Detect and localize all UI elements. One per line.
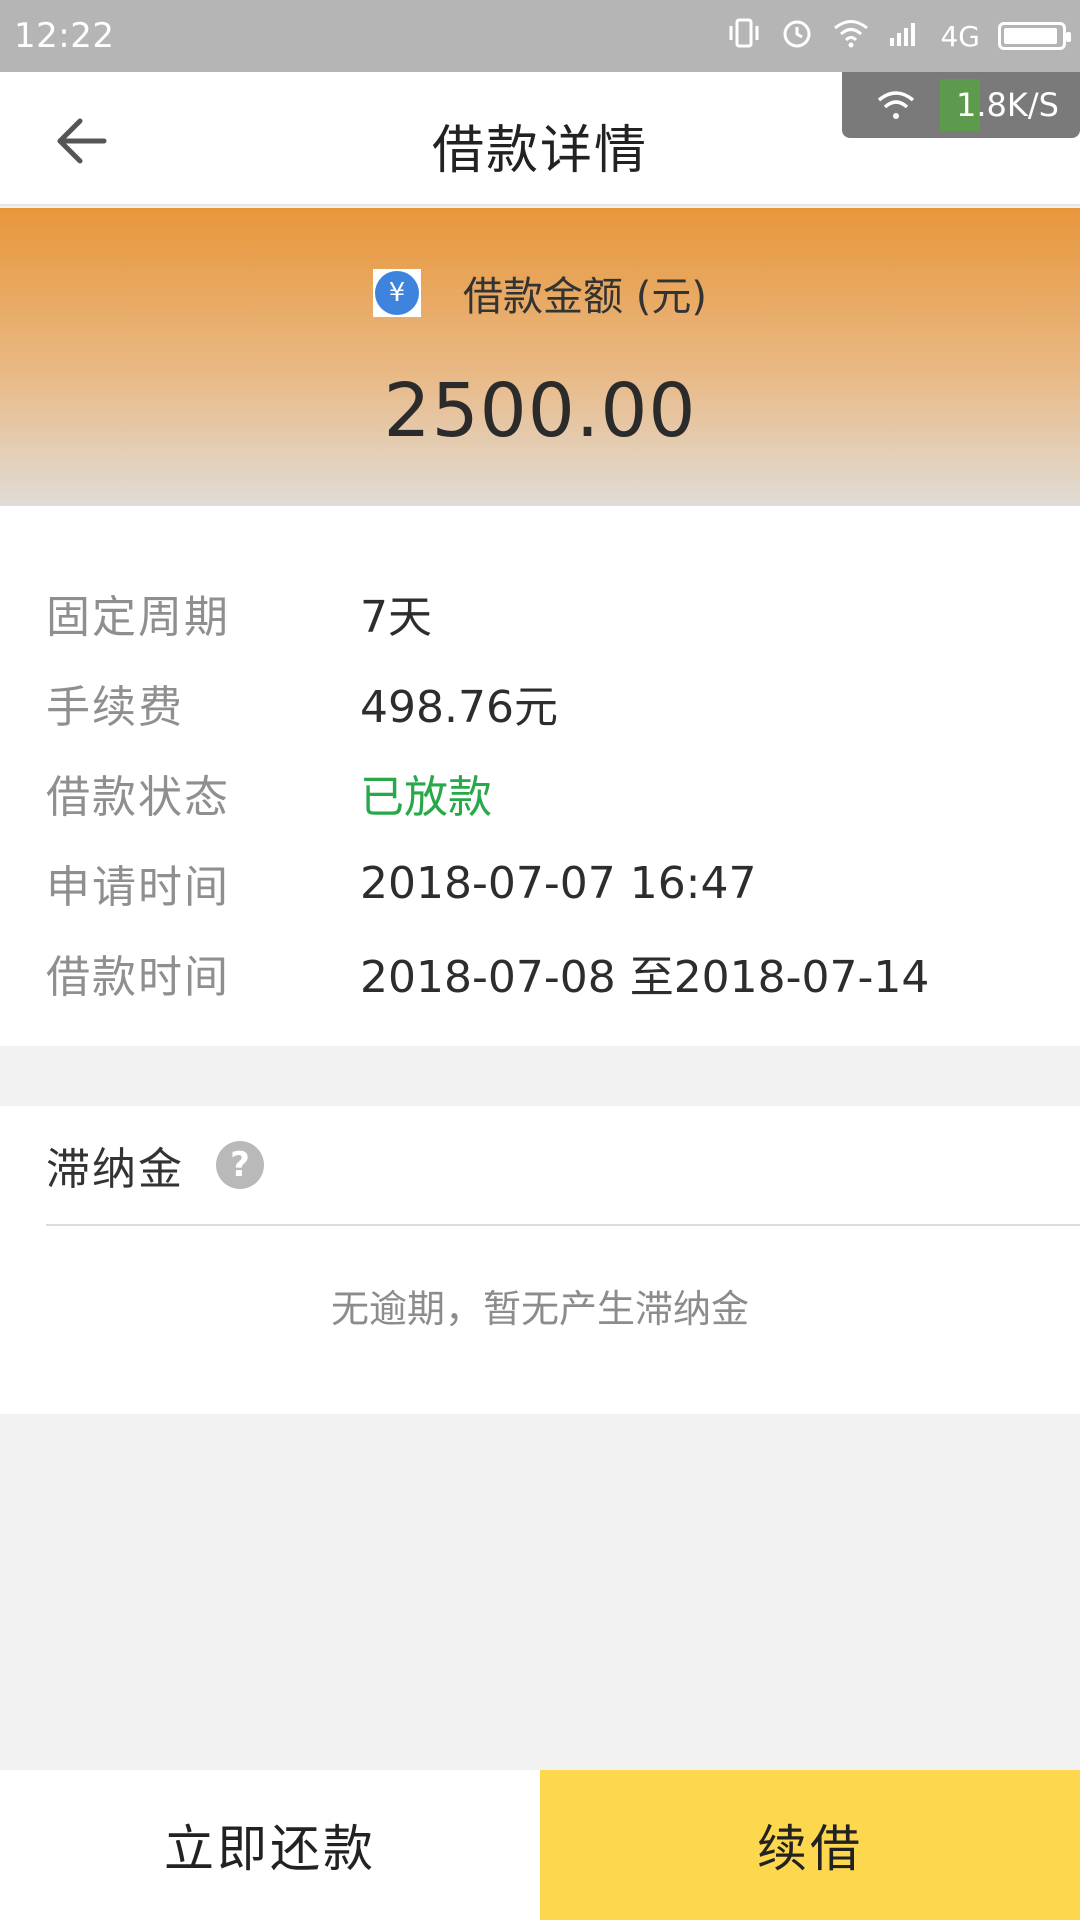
detail-label: 手续费 (46, 682, 184, 733)
renew-loan-button[interactable]: 续借 (540, 1770, 1080, 1920)
amount-value: 2500.00 (383, 368, 697, 454)
detail-row-period: 固定周期 7天 (0, 568, 1080, 658)
late-fee-card: 滞纳金 ? 无逾期，暂无产生滞纳金 (0, 1106, 1080, 1414)
yen-symbol: ¥ (375, 271, 420, 315)
late-fee-empty-message: 无逾期，暂无产生滞纳金 (330, 1287, 749, 1331)
status-time: 12:22 (14, 16, 115, 56)
status-bar: 12:22 4G (0, 0, 1080, 72)
repay-now-button[interactable]: 立即还款 (0, 1770, 540, 1920)
speed-text: 1.8K/S (956, 86, 1059, 124)
wifi-icon (832, 18, 870, 55)
detail-value: 498.76元 (360, 682, 558, 733)
vibrate-icon (726, 17, 762, 56)
battery-icon (998, 22, 1071, 50)
network-type: 4G (940, 19, 980, 53)
detail-row-status: 借款状态 已放款 (0, 748, 1080, 838)
detail-label: 固定周期 (46, 592, 230, 643)
detail-value: 2018-07-08 至2018-07-14 (360, 952, 930, 1003)
detail-label: 申请时间 (46, 862, 230, 913)
network-speed-overlay: 1.8K/S (842, 72, 1080, 138)
late-fee-header: 滞纳金 ? (46, 1106, 1080, 1226)
amount-label: 借款金额 (元) (463, 274, 707, 320)
status-icons: 4G (726, 16, 1071, 57)
amount-label-row: ¥ 借款金额 (元) (0, 264, 1080, 322)
alarm-icon (780, 16, 814, 57)
loan-details-card: 固定周期 7天 手续费 498.76元 借款状态 已放款 申请时间 2018-0… (0, 506, 1080, 1046)
help-icon[interactable]: ? (216, 1141, 264, 1189)
wifi-icon (877, 91, 915, 119)
bottom-action-bar: 立即还款 续借 (0, 1770, 1080, 1920)
late-fee-title: 滞纳金 (46, 1144, 184, 1195)
battery-level (1004, 28, 1057, 44)
signal-icon (888, 18, 922, 55)
loan-amount-header: ¥ 借款金额 (元) 2500.00 (0, 208, 1080, 506)
detail-row-apply-time: 申请时间 2018-07-07 16:47 (0, 838, 1080, 928)
detail-row-fee: 手续费 498.76元 (0, 658, 1080, 748)
detail-label: 借款时间 (46, 952, 230, 1003)
detail-value: 2018-07-07 16:47 (360, 857, 757, 909)
detail-row-loan-time: 借款时间 2018-07-08 至2018-07-14 (0, 928, 1080, 1018)
status-badge: 已放款 (360, 772, 492, 823)
detail-value: 7天 (360, 592, 432, 643)
yen-icon: ¥ (373, 269, 422, 317)
detail-label: 借款状态 (46, 772, 230, 823)
